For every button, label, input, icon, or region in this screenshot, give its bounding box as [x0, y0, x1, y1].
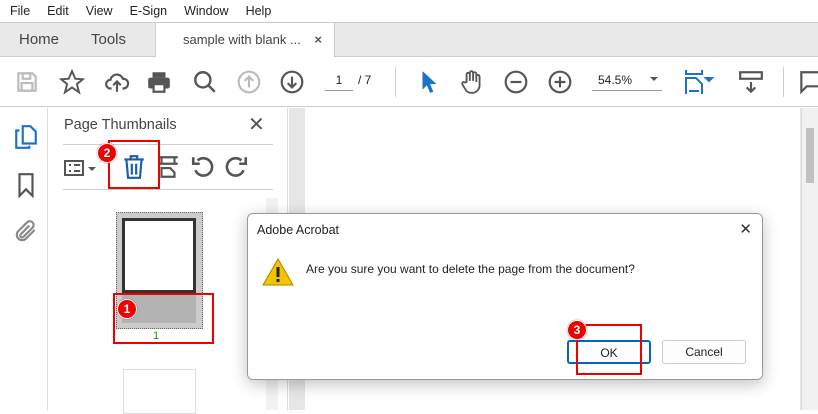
page-thumbnail[interactable] — [123, 369, 196, 414]
menu-bar: File Edit View E-Sign Window Help — [0, 0, 818, 22]
scroll-mode-icon[interactable] — [738, 69, 764, 95]
rotate-clockwise-icon[interactable] — [223, 154, 249, 180]
toolbar: 1 / 7 54.5% — [0, 57, 818, 107]
dialog-close-icon[interactable]: ✕ — [739, 220, 752, 238]
select-cursor-icon[interactable] — [416, 69, 442, 95]
dialog-body: Are you sure you want to delete the page… — [248, 244, 762, 379]
left-rail — [0, 108, 48, 410]
dialog-message: Are you sure you want to delete the page… — [306, 262, 635, 276]
close-tab-icon[interactable]: × — [314, 23, 322, 57]
dialog-title: Adobe Acrobat — [248, 214, 762, 244]
confirm-delete-dialog: Adobe Acrobat ✕ Are you sure you want to… — [247, 213, 763, 380]
next-page-icon[interactable] — [279, 69, 305, 95]
divider — [63, 189, 273, 190]
page-total: / 7 — [358, 73, 372, 87]
zoom-out-icon[interactable] — [503, 69, 529, 95]
hand-tool-icon[interactable] — [459, 69, 485, 95]
divider — [395, 67, 396, 97]
document-scrollbar[interactable] — [801, 108, 818, 410]
upload-cloud-icon[interactable] — [104, 69, 130, 95]
bookmark-icon[interactable] — [13, 172, 39, 199]
close-panel-icon[interactable]: ✕ — [248, 112, 265, 137]
thumbnail-page-image — [122, 218, 196, 293]
save-icon[interactable] — [14, 69, 40, 95]
menu-help[interactable]: Help — [236, 4, 279, 18]
scrollbar-thumb[interactable] — [806, 128, 814, 183]
tab-document-label: sample with blank ... — [183, 32, 301, 47]
bookmark-star-icon[interactable] — [58, 68, 86, 95]
annotation-badge-2: 2 — [97, 143, 117, 163]
previous-page-icon[interactable] — [236, 69, 262, 95]
rotate-counterclockwise-icon[interactable] — [190, 154, 216, 180]
fit-page-icon[interactable] — [684, 69, 718, 95]
tab-document[interactable]: sample with blank ... × — [155, 23, 335, 58]
print-icon[interactable] — [146, 69, 172, 95]
menu-view[interactable]: View — [76, 4, 120, 18]
page-thumbnails-icon[interactable] — [13, 124, 39, 150]
menu-window[interactable]: Window — [174, 4, 235, 18]
divider — [783, 67, 784, 97]
zoom-level-dropdown[interactable]: 54.5% — [592, 73, 662, 91]
warning-icon — [262, 257, 294, 292]
annotation-badge-3: 3 — [567, 320, 587, 340]
attachment-icon[interactable] — [13, 218, 39, 244]
search-zoom-icon[interactable] — [192, 69, 218, 95]
comment-icon[interactable] — [797, 69, 818, 95]
menu-file[interactable]: File — [0, 4, 37, 18]
cancel-button[interactable]: Cancel — [662, 340, 746, 364]
page-number-input[interactable]: 1 — [325, 73, 353, 91]
chevron-down-icon — [650, 77, 658, 85]
tab-bar: Home Tools sample with blank ... × — [0, 22, 818, 58]
annotation-badge-1: 1 — [117, 299, 137, 319]
divider — [63, 144, 273, 145]
panel-title: Page Thumbnails — [64, 117, 177, 133]
tab-home[interactable]: Home — [19, 23, 59, 57]
zoom-in-icon[interactable] — [547, 69, 573, 95]
zoom-value: 54.5% — [598, 73, 633, 87]
thumbnail-options-icon[interactable] — [63, 155, 99, 181]
tab-tools[interactable]: Tools — [91, 23, 126, 57]
menu-esign[interactable]: E-Sign — [120, 4, 175, 18]
menu-edit[interactable]: Edit — [37, 4, 76, 18]
